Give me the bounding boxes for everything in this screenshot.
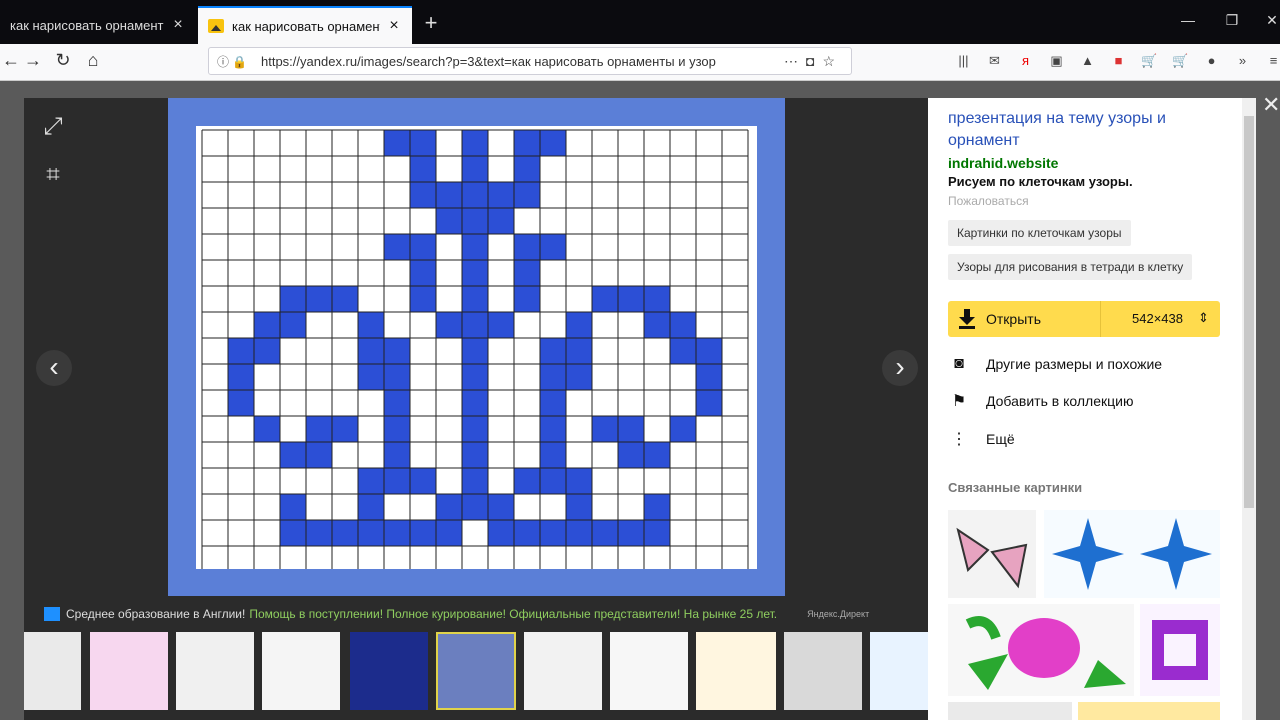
address-bar[interactable]: ⓘ 🔒 https://yandex.ru/images/search?p=3&…	[208, 47, 852, 75]
library-icon[interactable]: |||	[955, 52, 972, 69]
purple-ornament-image	[1152, 620, 1208, 680]
extensions-toolbar: ||| ✉ я ▣ ▲ ■ 🛒 🛒 ● » ≡	[955, 52, 1280, 69]
sidebar-icon[interactable]: ▣	[1048, 52, 1065, 69]
related-query-chip[interactable]: Узоры для рисования в тетради в клетку	[948, 254, 1193, 280]
cart-icon[interactable]: 🛒	[1141, 52, 1158, 69]
related-image[interactable]	[948, 510, 1036, 598]
window-close-icon[interactable]: ✕	[1262, 12, 1280, 29]
thumbnail-strip	[24, 632, 928, 712]
page-actions-icon[interactable]: ⋯◘☆	[753, 53, 851, 70]
thumbnail[interactable]	[870, 632, 928, 710]
tab-close-icon[interactable]: ×	[170, 16, 186, 34]
nav-toolbar: ← → ↻ ⌂ ⓘ 🔒 https://yandex.ru/images/sea…	[0, 44, 1280, 81]
open-label: Открыть	[986, 311, 1041, 327]
site-info-icon[interactable]: ⓘ 🔒	[209, 53, 261, 70]
action-label: Добавить в коллекцию	[986, 393, 1134, 409]
action-label: Ещё	[986, 431, 1015, 447]
thumbnail[interactable]	[350, 632, 428, 710]
open-button[interactable]: Открыть 542×438 ⇕	[948, 301, 1220, 337]
related-image[interactable]	[948, 604, 1134, 696]
panel-scrollbar[interactable]	[1242, 98, 1256, 720]
thumbnail[interactable]	[784, 632, 862, 710]
thumbnail[interactable]	[610, 632, 688, 710]
addon-icon[interactable]: ●	[1203, 52, 1220, 69]
thumbnail[interactable]	[24, 632, 81, 710]
divider	[1100, 301, 1101, 337]
related-image[interactable]	[1140, 604, 1220, 696]
thumbnail[interactable]	[176, 632, 254, 710]
thumbnail-selected[interactable]	[436, 632, 516, 710]
thumbnail[interactable]	[524, 632, 602, 710]
image-viewer: ⤢ ⌗ ‹ › Среднее образование в Англии! По…	[24, 98, 928, 720]
close-viewer-icon[interactable]: ✕	[1262, 92, 1280, 118]
add-to-collection-action[interactable]: ⚑ Добавить в коллекцию	[948, 389, 1134, 413]
menu-icon[interactable]: ≡	[1265, 52, 1280, 69]
home-icon[interactable]: ⌂	[82, 50, 104, 71]
thumbnail[interactable]	[696, 632, 776, 710]
yandex-images-favicon-icon	[208, 19, 224, 33]
ad-title[interactable]: Среднее образование в Англии!	[66, 607, 245, 621]
overflow-icon[interactable]: »	[1234, 52, 1251, 69]
related-images-heading: Связанные картинки	[948, 480, 1083, 495]
browser-tab-active[interactable]: как нарисовать орнаменты и ×	[198, 6, 412, 44]
image-title-link[interactable]: презентация на тему узоры и орнамент	[948, 108, 1218, 152]
main-image	[168, 98, 785, 596]
image-description: Рисуем по клеточкам узоры.	[948, 174, 1133, 189]
bookmark-icon: ⚑	[951, 393, 967, 410]
thumbnail[interactable]	[90, 632, 168, 710]
snowflake-pattern-image	[1052, 518, 1212, 590]
more-vertical-icon: ⋮	[951, 431, 967, 448]
ad-logo-icon	[44, 607, 60, 621]
prev-image-icon[interactable]: ‹	[36, 350, 72, 386]
image-size[interactable]: 542×438	[1132, 311, 1183, 326]
minimize-icon[interactable]: —	[1178, 12, 1198, 28]
image-info-panel: презентация на тему узоры и орнамент ind…	[928, 98, 1242, 720]
rose-pattern-image	[965, 616, 1126, 690]
sort-caret-icon[interactable]: ⇕	[1198, 310, 1209, 326]
ad-text: Помощь в поступлении! Полное курирование…	[249, 607, 778, 621]
report-link[interactable]: Пожаловаться	[948, 194, 1029, 208]
cart-alt-icon[interactable]: 🛒	[1172, 52, 1189, 69]
pattern-grid-image	[196, 126, 757, 569]
butterfly-pattern-image	[956, 527, 1028, 589]
action-label: Другие размеры и похожие	[986, 356, 1163, 372]
url-text: https://yandex.ru/images/search?p=3&text…	[261, 53, 716, 69]
new-tab-icon[interactable]: +	[420, 10, 442, 36]
forward-icon[interactable]: →	[22, 50, 44, 71]
related-query-chip[interactable]: Картинки по клеточкам узоры	[948, 220, 1131, 246]
yandex-icon[interactable]: я	[1017, 52, 1034, 69]
tab-close-icon[interactable]: ×	[386, 17, 402, 35]
related-image[interactable]	[948, 702, 1072, 720]
other-sizes-action[interactable]: ◙ Другие размеры и похожие	[948, 352, 1162, 376]
thumbnail[interactable]	[262, 632, 340, 710]
tab-title: как нарисовать орнаменты и	[10, 17, 164, 33]
crop-icon[interactable]: ⌗	[36, 158, 70, 192]
bookmark-ext-icon[interactable]: ■	[1110, 52, 1127, 69]
camera-icon: ◙	[954, 355, 964, 372]
related-image[interactable]	[1078, 702, 1220, 720]
next-image-icon[interactable]: ›	[882, 350, 918, 386]
browser-tab[interactable]: как нарисовать орнаменты и ×	[0, 6, 196, 44]
back-icon[interactable]: ←	[0, 50, 22, 71]
restore-icon[interactable]: ❐	[1222, 12, 1242, 29]
tab-title: как нарисовать орнаменты и	[232, 18, 380, 34]
mail-icon[interactable]: ✉	[986, 52, 1003, 69]
fullscreen-icon[interactable]: ⤢	[36, 110, 70, 144]
download-icon	[959, 309, 975, 329]
extension-icon[interactable]: ▲	[1079, 52, 1096, 69]
tab-bar: как нарисовать орнаменты и × как нарисов…	[0, 0, 1280, 44]
ad-source: Яндекс.Директ	[807, 609, 870, 619]
more-action[interactable]: ⋮ Ещё	[948, 427, 1015, 451]
reload-icon[interactable]: ↻	[52, 50, 74, 71]
related-image[interactable]	[1044, 510, 1220, 598]
scrollbar-thumb[interactable]	[1244, 116, 1254, 508]
source-site-link[interactable]: indrahid.website	[948, 155, 1058, 171]
ad-banner[interactable]: Среднее образование в Англии! Помощь в п…	[44, 604, 904, 624]
